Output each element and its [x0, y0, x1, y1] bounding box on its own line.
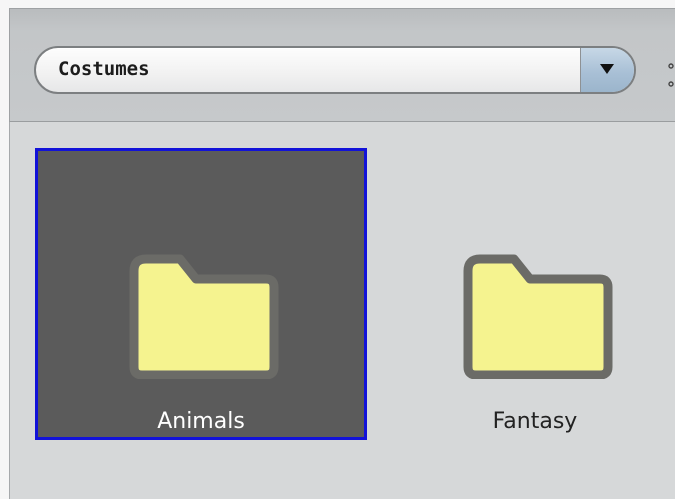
folder-icon: [129, 254, 279, 379]
folder-label: Fantasy: [492, 409, 578, 434]
dropdown-toggle-button[interactable]: [580, 48, 634, 92]
chevron-down-icon: [600, 64, 614, 74]
partial-edge-icon: [663, 60, 675, 96]
folder-label: Animals: [157, 409, 245, 434]
folder-item-animals[interactable]: Animals: [35, 148, 367, 440]
category-dropdown-value: Costumes: [58, 58, 150, 80]
media-library-panel: Costumes Animals Fantasy: [0, 0, 675, 499]
folder-item-fantasy[interactable]: Fantasy: [369, 148, 675, 440]
category-dropdown[interactable]: Costumes: [34, 46, 636, 94]
folder-icon: [463, 254, 613, 379]
top-border: [0, 0, 675, 8]
left-border: [0, 0, 9, 499]
